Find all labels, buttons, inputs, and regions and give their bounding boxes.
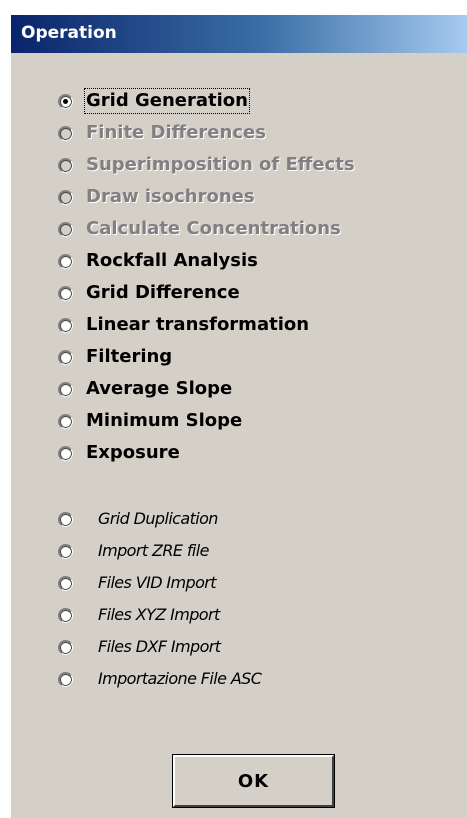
title-bar[interactable]: Operation (11, 15, 467, 53)
radio-button-icon[interactable] (58, 607, 73, 623)
radio-button-icon[interactable] (58, 285, 73, 301)
radio-button-icon[interactable] (58, 93, 73, 109)
operation-dialog: Operation Grid Generation Finite Differe… (10, 14, 467, 818)
window-title: Operation (21, 23, 117, 43)
option-label: Rockfall Analysis (86, 250, 258, 271)
option-calculate-concentrations: Calculate Concentrations (58, 215, 341, 243)
option-label: Files XYZ Import (98, 605, 220, 624)
option-exposure[interactable]: Exposure (58, 439, 180, 467)
option-label: Importazione File ASC (98, 669, 262, 688)
option-label: Files VID Import (98, 573, 217, 592)
radio-button-icon[interactable] (58, 543, 73, 559)
option-superimposition-of-effects: Superimposition of Effects (58, 151, 355, 179)
option-minimum-slope[interactable]: Minimum Slope (58, 407, 242, 435)
option-label: Linear transformation (86, 314, 310, 335)
option-label: Files DXF Import (98, 637, 221, 656)
option-filtering[interactable]: Filtering (58, 343, 172, 371)
radio-button-icon[interactable] (58, 381, 73, 397)
option-label: Minimum Slope (86, 410, 243, 431)
option-label: Grid Duplication (98, 509, 218, 528)
option-label: Exposure (86, 442, 180, 463)
radio-button-icon (58, 221, 73, 237)
option-label: Calculate Concentrations (86, 218, 341, 239)
option-label: Average Slope (86, 378, 233, 399)
option-draw-isochrones: Draw isochrones (58, 183, 255, 211)
option-label: Draw isochrones (86, 186, 255, 207)
radio-button-icon[interactable] (58, 349, 73, 365)
option-import-zre-file[interactable]: Import ZRE file (58, 537, 209, 565)
option-files-dxf-import[interactable]: Files DXF Import (58, 633, 221, 661)
radio-button-icon[interactable] (58, 511, 73, 527)
option-files-xyz-import[interactable]: Files XYZ Import (58, 601, 220, 629)
option-label: Superimposition of Effects (86, 154, 355, 175)
radio-button-icon (58, 189, 73, 205)
radio-button-icon[interactable] (58, 253, 73, 269)
option-linear-transformation[interactable]: Linear transformation (58, 311, 309, 339)
radio-button-icon (58, 157, 73, 173)
radio-button-icon[interactable] (58, 639, 73, 655)
ok-button-label: OK (237, 770, 270, 792)
option-label: Finite Differences (86, 122, 266, 143)
option-grid-duplication[interactable]: Grid Duplication (58, 505, 218, 533)
ok-button[interactable]: OK (172, 754, 335, 808)
option-rockfall-analysis[interactable]: Rockfall Analysis (58, 247, 258, 275)
option-label: Filtering (86, 346, 173, 367)
radio-button-icon[interactable] (58, 445, 73, 461)
option-label: Import ZRE file (98, 541, 209, 560)
option-files-vid-import[interactable]: Files VID Import (58, 569, 217, 597)
radio-button-icon[interactable] (58, 575, 73, 591)
option-finite-differences: Finite Differences (58, 119, 266, 147)
radio-button-icon[interactable] (58, 671, 73, 687)
radio-button-icon[interactable] (58, 317, 73, 333)
option-importazione-file-asc[interactable]: Importazione File ASC (58, 665, 262, 693)
radio-button-icon[interactable] (58, 413, 73, 429)
option-grid-generation[interactable]: Grid Generation (58, 87, 250, 115)
option-grid-difference[interactable]: Grid Difference (58, 279, 240, 307)
option-average-slope[interactable]: Average Slope (58, 375, 232, 403)
radio-button-icon (58, 125, 73, 141)
option-label: Grid Difference (86, 282, 240, 303)
option-label: Grid Generation (84, 88, 250, 114)
